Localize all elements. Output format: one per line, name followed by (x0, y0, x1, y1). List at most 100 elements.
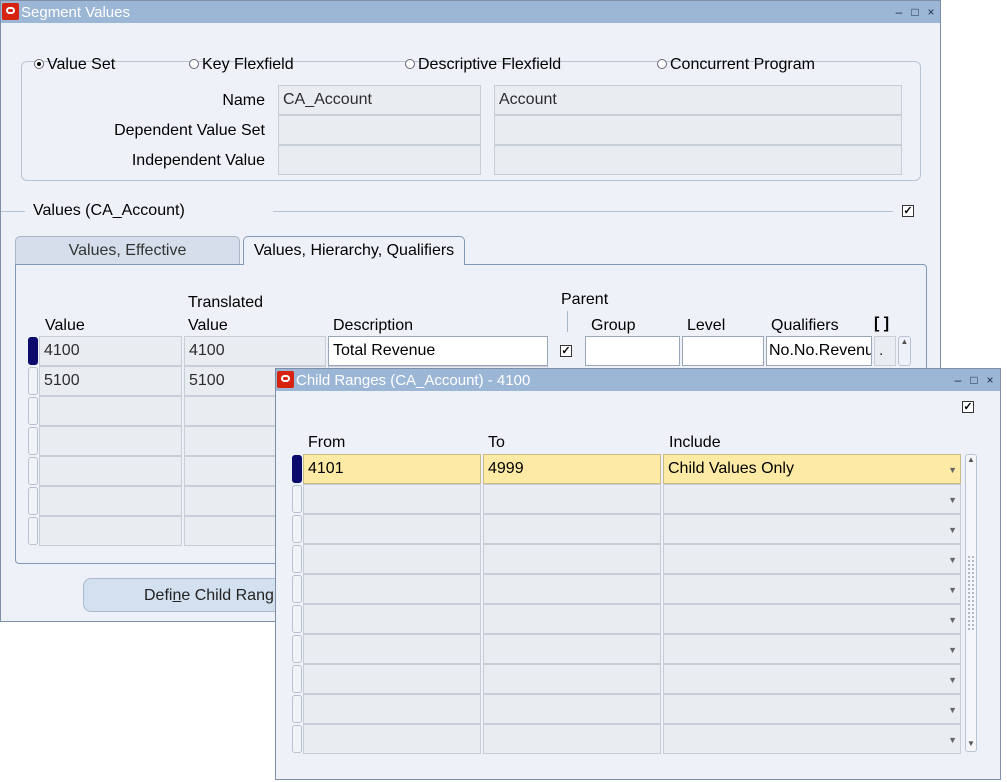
row-indicator[interactable] (28, 457, 38, 485)
row-indicator[interactable] (28, 517, 38, 545)
from-cell[interactable] (303, 724, 481, 754)
include-dropdown[interactable]: ▼ (663, 724, 961, 754)
name-description-field[interactable]: Account (494, 85, 902, 115)
from-cell[interactable] (303, 634, 481, 664)
from-cell[interactable] (303, 514, 481, 544)
to-cell[interactable] (483, 724, 661, 754)
to-cell[interactable] (483, 664, 661, 694)
radio-key-flexfield-label[interactable]: Key Flexfield (202, 56, 294, 74)
row-indicator[interactable] (292, 455, 302, 483)
scroll-up-icon[interactable]: ▲ (966, 455, 976, 467)
radio-value-set[interactable] (34, 59, 44, 69)
row-indicator[interactable] (292, 485, 302, 513)
chevron-down-icon[interactable]: ▼ (948, 585, 957, 595)
from-cell[interactable] (303, 664, 481, 694)
title-bar[interactable]: Segment Values – □ × (1, 1, 940, 23)
to-cell[interactable] (483, 514, 661, 544)
row-indicator[interactable] (292, 725, 302, 753)
value-cell[interactable] (39, 456, 182, 486)
chevron-down-icon[interactable]: ▼ (948, 495, 957, 505)
dependent-value-set-field[interactable] (278, 115, 481, 145)
row-indicator[interactable] (28, 397, 38, 425)
to-cell[interactable] (483, 634, 661, 664)
from-cell[interactable] (303, 604, 481, 634)
translated-value-cell[interactable]: 4100 (184, 336, 326, 366)
chevron-down-icon[interactable]: ▼ (948, 615, 957, 625)
dependent-description-field[interactable] (494, 115, 902, 145)
value-cell[interactable] (39, 396, 182, 426)
include-dropdown[interactable]: ▼ (663, 514, 961, 544)
chevron-down-icon[interactable]: ▼ (948, 645, 957, 655)
folder-icon[interactable]: [ ] (874, 315, 889, 333)
level-cell[interactable] (682, 336, 764, 366)
include-dropdown[interactable]: ▼ (663, 664, 961, 694)
include-dropdown[interactable]: ▼ (663, 484, 961, 514)
include-dropdown[interactable]: ▼ (663, 604, 961, 634)
parent-checkbox[interactable]: ✓ (560, 345, 572, 357)
group-cell[interactable] (585, 336, 680, 366)
from-cell[interactable] (303, 484, 481, 514)
value-cell[interactable] (39, 426, 182, 456)
include-dropdown[interactable]: Child Values Only ▼ (663, 454, 961, 484)
values-section-checkbox[interactable]: ✓ (902, 205, 914, 217)
maximize-icon[interactable]: □ (967, 373, 981, 387)
value-cell[interactable]: 4100 (39, 336, 182, 366)
row-indicator[interactable] (292, 545, 302, 573)
include-dropdown[interactable]: ▼ (663, 694, 961, 724)
tab-values-effective[interactable]: Values, Effective (15, 236, 240, 264)
from-cell[interactable] (303, 544, 481, 574)
from-cell[interactable]: 4101 (303, 454, 481, 484)
scroll-thumb[interactable] (967, 555, 975, 631)
independent-description-field[interactable] (494, 145, 902, 175)
chevron-down-icon[interactable]: ▼ (948, 705, 957, 715)
include-dropdown[interactable]: ▼ (663, 574, 961, 604)
child-window-checkbox[interactable]: ✓ (962, 401, 974, 413)
to-cell[interactable]: 4999 (483, 454, 661, 484)
chevron-down-icon[interactable]: ▼ (948, 675, 957, 685)
minimize-icon[interactable]: – (892, 5, 906, 19)
chevron-down-icon[interactable]: ▼ (948, 555, 957, 565)
to-cell[interactable] (483, 484, 661, 514)
radio-key-flexfield[interactable] (189, 59, 199, 69)
to-cell[interactable] (483, 604, 661, 634)
from-cell[interactable] (303, 694, 481, 724)
chevron-down-icon[interactable]: ▼ (948, 525, 957, 535)
to-cell[interactable] (483, 694, 661, 724)
from-cell[interactable] (303, 574, 481, 604)
minimize-icon[interactable]: – (951, 373, 965, 387)
close-icon[interactable]: × (924, 5, 938, 19)
include-dropdown[interactable]: ▼ (663, 634, 961, 664)
row-indicator[interactable] (28, 487, 38, 515)
radio-descriptive-flexfield-label[interactable]: Descriptive Flexfield (418, 56, 561, 74)
scroll-down-icon[interactable]: ▼ (966, 739, 976, 751)
to-cell[interactable] (483, 574, 661, 604)
value-cell[interactable] (39, 516, 182, 546)
child-title-bar[interactable]: Child Ranges (CA_Account) - 4100 – □ × (276, 369, 1000, 391)
value-cell[interactable] (39, 486, 182, 516)
row-indicator[interactable] (28, 367, 38, 395)
description-cell[interactable]: Total Revenue (328, 336, 548, 366)
radio-descriptive-flexfield[interactable] (405, 59, 415, 69)
extra-cell[interactable]: . (874, 336, 896, 366)
name-field[interactable]: CA_Account (278, 85, 481, 115)
row-indicator[interactable] (292, 695, 302, 723)
radio-concurrent-program[interactable] (657, 59, 667, 69)
row-indicator[interactable] (28, 427, 38, 455)
tab-values-hierarchy-qualifiers[interactable]: Values, Hierarchy, Qualifiers (243, 236, 465, 265)
radio-concurrent-program-label[interactable]: Concurrent Program (670, 56, 815, 74)
to-cell[interactable] (483, 544, 661, 574)
include-dropdown[interactable]: ▼ (663, 544, 961, 574)
row-indicator[interactable] (292, 635, 302, 663)
child-scrollbar[interactable]: ▲ ▼ (965, 454, 977, 752)
chevron-down-icon[interactable]: ▼ (948, 465, 957, 475)
independent-value-field[interactable] (278, 145, 481, 175)
values-scroll-up[interactable]: ▲ (898, 336, 911, 366)
radio-value-set-label[interactable]: Value Set (47, 56, 115, 74)
row-indicator[interactable] (292, 665, 302, 693)
row-indicator[interactable] (292, 515, 302, 543)
chevron-down-icon[interactable]: ▼ (948, 735, 957, 745)
qualifiers-cell[interactable]: No.No.Revenu (766, 336, 872, 366)
close-icon[interactable]: × (983, 373, 997, 387)
maximize-icon[interactable]: □ (908, 5, 922, 19)
row-indicator[interactable] (28, 337, 38, 365)
